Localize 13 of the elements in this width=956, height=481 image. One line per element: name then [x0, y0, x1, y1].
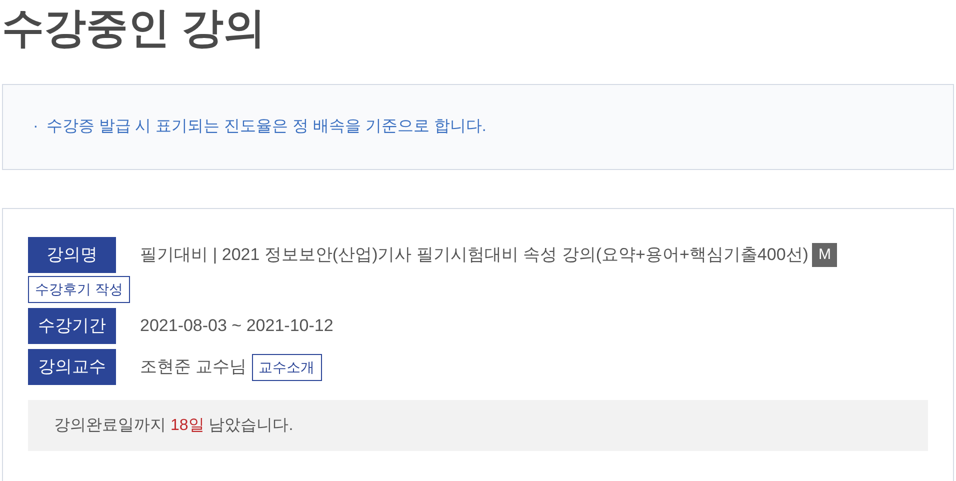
field-value: 조현준 교수님 [140, 356, 247, 378]
mobile-badge: M [812, 243, 837, 267]
field-value: 2021-08-03 ~ 2021-10-12 [140, 315, 334, 338]
field-label: 강의명 [28, 237, 116, 273]
field-label: 수강기간 [28, 308, 116, 344]
page-title: 수강중인 강의 [2, 3, 267, 53]
instructor-intro-button[interactable]: 교수소개 [252, 354, 322, 380]
remaining-text: 강의완료일까지 18일 남았습니다. [54, 416, 294, 436]
bullet-icon: · [33, 115, 38, 139]
field-label: 강의교수 [28, 349, 116, 385]
notice-text: 수강증 발급 시 표기되는 진도율은 정 배속을 기준으로 합니다. [46, 117, 486, 137]
field-value: 필기대비 | 2021 정보보안(산업)기사 필기시험대비 속성 강의(요약+용어+핵심기출400선) [140, 244, 808, 266]
review-button[interactable]: 수강후기 작성 [28, 276, 130, 303]
